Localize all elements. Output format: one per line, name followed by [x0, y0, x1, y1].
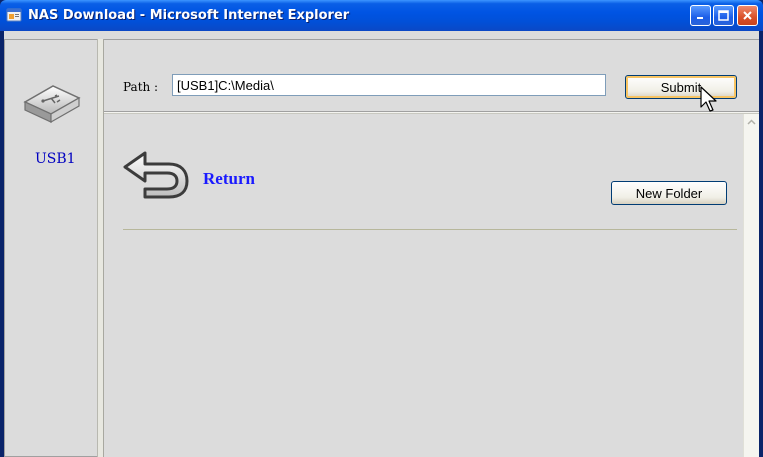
minimize-icon	[697, 17, 703, 19]
close-button[interactable]	[737, 5, 758, 26]
vertical-scrollbar[interactable]	[743, 114, 759, 457]
content-divider	[123, 229, 737, 230]
close-icon	[743, 11, 752, 20]
browser-window: NAS Download - Microsoft Internet Explor…	[0, 0, 763, 457]
window-title: NAS Download - Microsoft Internet Explor…	[28, 8, 350, 23]
new-folder-button[interactable]: New Folder	[611, 181, 727, 205]
submit-button[interactable]: Submit	[625, 75, 737, 99]
chevron-up-icon	[747, 119, 756, 125]
return-label[interactable]: Return	[203, 169, 255, 189]
page-frame: USB1 Path : Submit	[4, 31, 759, 457]
frame-splitter[interactable]	[97, 39, 104, 457]
maximize-icon	[718, 10, 729, 21]
path-input[interactable]	[172, 74, 606, 96]
internet-explorer-icon	[6, 8, 22, 22]
device-label[interactable]: USB1	[35, 151, 76, 167]
file-list-panel: Return New Folder	[107, 114, 743, 457]
return-link[interactable]: Return	[123, 147, 273, 207]
scroll-up-button[interactable]	[744, 114, 759, 130]
path-bar: Path : Submit	[104, 39, 759, 111]
usb-drive-icon	[23, 85, 81, 124]
device-sidebar: USB1	[4, 39, 97, 457]
minimize-button[interactable]	[690, 5, 711, 26]
return-arrow-icon	[123, 151, 189, 199]
maximize-button[interactable]	[713, 5, 734, 26]
path-label: Path :	[123, 80, 159, 94]
title-bar[interactable]: NAS Download - Microsoft Internet Explor…	[0, 0, 763, 31]
